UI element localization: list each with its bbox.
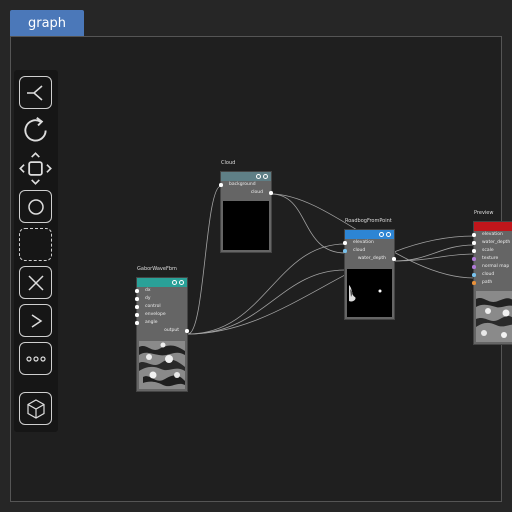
port-control[interactable]: control [135, 303, 187, 311]
input-port-dot[interactable] [472, 281, 476, 285]
move-arrows-icon [19, 152, 52, 185]
circle-icon [27, 198, 44, 215]
input-port-dot[interactable] [135, 289, 139, 293]
node-preview-image [139, 341, 185, 389]
branch-icon [26, 84, 42, 101]
settings-icon[interactable] [386, 231, 391, 237]
input-port-dot[interactable] [472, 249, 476, 253]
port-label: cloud [353, 248, 366, 253]
settings-icon[interactable] [263, 173, 268, 179]
node-preview-image [223, 201, 269, 250]
refresh-icon[interactable] [379, 231, 384, 237]
port-water-depth[interactable]: water_depth [472, 239, 512, 247]
settings-icon[interactable] [179, 279, 184, 285]
node-title: Preview [474, 210, 494, 216]
input-port-dot[interactable] [343, 249, 347, 253]
port-water-depth[interactable]: water_depth [345, 255, 396, 263]
port-label: dy [145, 296, 151, 301]
output-port-dot[interactable] [185, 329, 189, 333]
close-icon [27, 274, 44, 291]
3d-view-button[interactable] [19, 392, 52, 425]
node-title: RoadbogFromPoint [345, 218, 392, 224]
more-button[interactable] [19, 342, 52, 375]
port-label: elevation [482, 232, 503, 237]
port-elevation[interactable]: elevation [472, 231, 512, 239]
node-title: Cloud [221, 160, 236, 166]
node-preview-image [347, 269, 392, 317]
port-label: water_depth [482, 240, 511, 245]
node-header[interactable] [474, 222, 512, 231]
node-header[interactable] [137, 278, 187, 287]
port-scale[interactable]: scale [472, 247, 512, 255]
node-preview[interactable]: Preview elevation water_depth scale text… [472, 210, 512, 344]
node-preview-image [476, 291, 512, 342]
port-label: cloud [482, 272, 495, 277]
input-port-dot[interactable] [472, 233, 476, 237]
rotate-tool-button[interactable] [19, 114, 52, 147]
node-title: GaborWaveFbm [137, 266, 177, 272]
connect-tool-button[interactable] [19, 76, 52, 109]
run-button[interactable] [19, 304, 52, 337]
node-cloud[interactable]: Cloud background cloud [219, 160, 273, 252]
port-envelope[interactable]: envelope [135, 311, 187, 319]
node-roadbogfrompoint[interactable]: RoadbogFromPoint elevation cloud water_d… [343, 218, 396, 319]
port-cloud[interactable]: cloud [343, 247, 394, 255]
node-header[interactable] [345, 230, 394, 239]
circle-select-button[interactable] [19, 190, 52, 223]
port-elevation[interactable]: elevation [343, 239, 394, 247]
tab-graph[interactable]: graph [10, 10, 84, 36]
input-port-dot[interactable] [472, 257, 476, 261]
port-label: path [482, 280, 493, 285]
ellipsis-icon [25, 355, 46, 362]
input-port-dot[interactable] [135, 305, 139, 309]
port-texture[interactable]: texture [472, 255, 512, 263]
input-port-dot[interactable] [219, 183, 223, 187]
cube-icon [26, 398, 45, 419]
input-port-dot[interactable] [472, 265, 476, 269]
port-label: elevation [353, 240, 374, 245]
port-label: normal map [482, 264, 510, 269]
port-label: control [145, 304, 161, 309]
port-output[interactable]: output [137, 327, 189, 335]
port-dx[interactable]: dx [135, 287, 187, 295]
output-port-dot[interactable] [392, 257, 396, 261]
input-port-dot[interactable] [472, 241, 476, 245]
port-path[interactable]: path [472, 279, 512, 287]
move-tool-button[interactable] [19, 152, 52, 185]
port-label: dx [145, 288, 151, 293]
port-cloud[interactable]: cloud [221, 189, 273, 197]
noise-preview [139, 341, 185, 389]
refresh-icon[interactable] [172, 279, 177, 285]
input-port-dot[interactable] [135, 297, 139, 301]
port-background[interactable]: background [219, 181, 271, 189]
input-port-dot[interactable] [472, 273, 476, 277]
input-port-dot[interactable] [343, 241, 347, 245]
tool-palette [14, 70, 58, 432]
port-dy[interactable]: dy [135, 295, 187, 303]
port-label: texture [482, 256, 499, 261]
chevron-right-icon [31, 313, 42, 328]
port-label: water_depth [357, 256, 386, 261]
delete-button[interactable] [19, 266, 52, 299]
refresh-icon[interactable] [256, 173, 261, 179]
port-cloud[interactable]: cloud [472, 271, 512, 279]
input-port-dot[interactable] [135, 313, 139, 317]
output-port-dot[interactable] [269, 191, 273, 195]
port-label: output [164, 328, 179, 333]
port-label: background [229, 182, 256, 187]
port-label: cloud [250, 190, 263, 195]
input-port-dot[interactable] [135, 321, 139, 325]
port-label: scale [482, 248, 494, 253]
graph-canvas[interactable] [10, 36, 502, 502]
port-normal-map[interactable]: normal map [472, 263, 512, 271]
port-label: envelope [145, 312, 166, 317]
rotate-icon [24, 117, 47, 142]
noise-preview [476, 291, 512, 342]
node-gaborwavefbm[interactable]: GaborWaveFbm dx dy control envelope angl… [135, 266, 189, 391]
waterdepth-preview [349, 285, 382, 302]
node-header[interactable] [221, 172, 271, 181]
port-angle[interactable]: angle [135, 319, 187, 327]
port-label: angle [145, 320, 158, 325]
rect-select-button[interactable] [19, 228, 52, 261]
